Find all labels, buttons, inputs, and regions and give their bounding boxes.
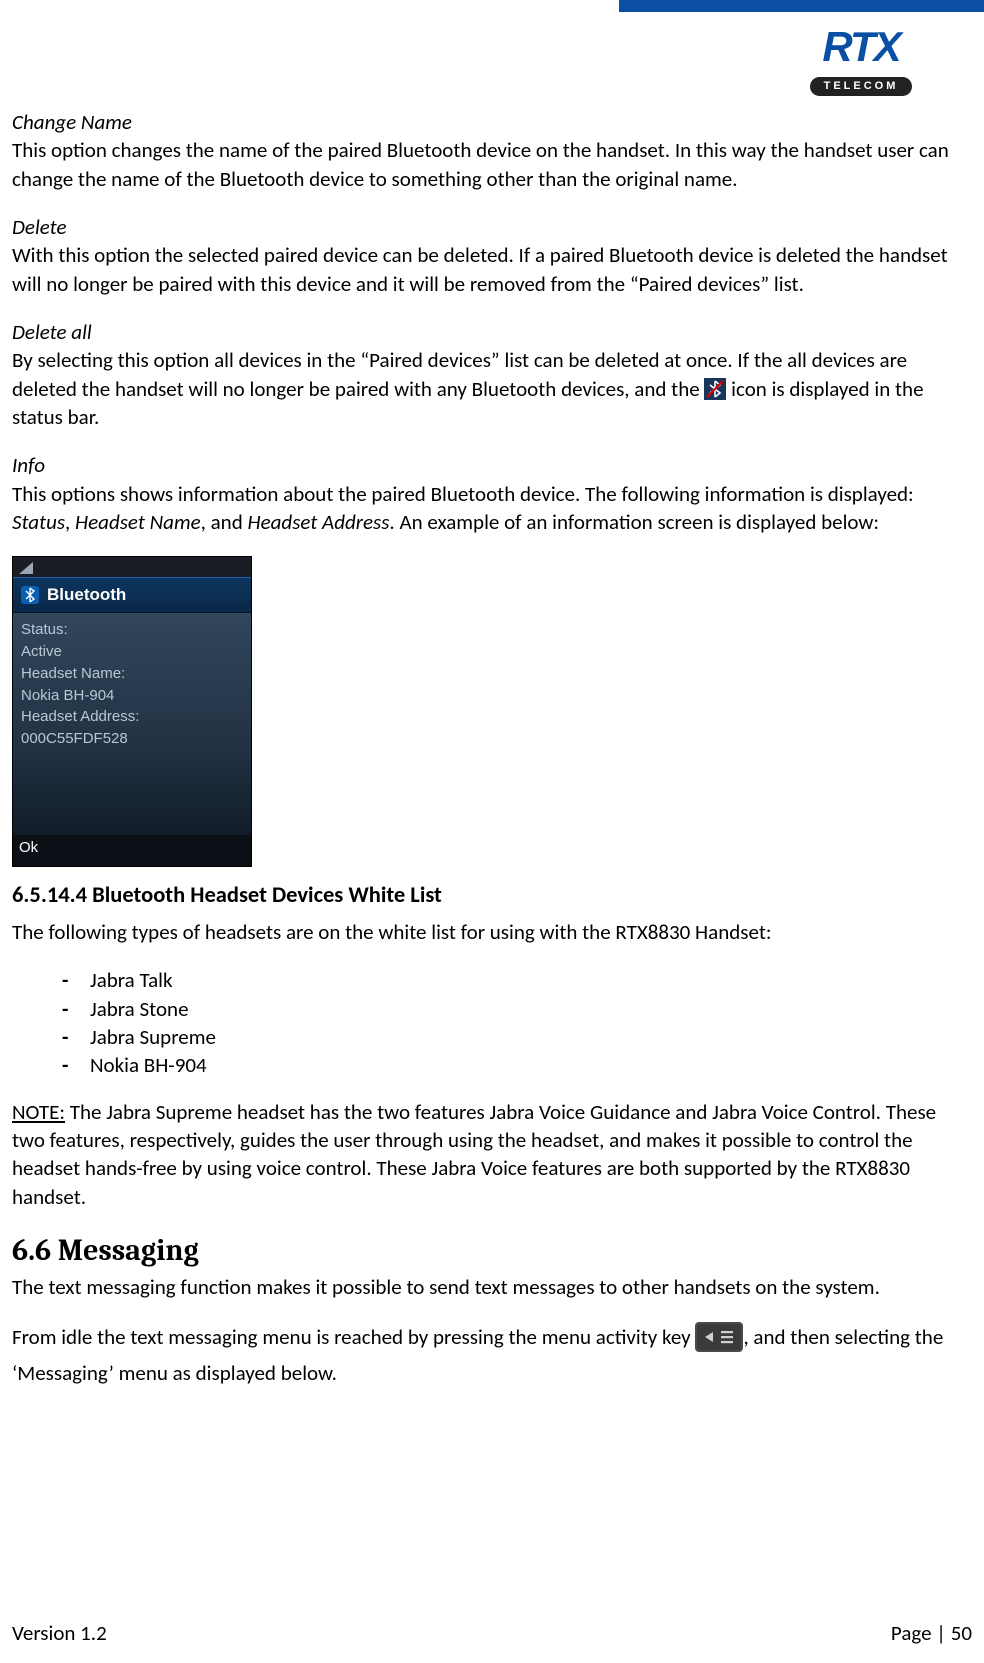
bt-line: Headset Address: xyxy=(21,706,243,728)
heading-whitelist: 6.5.14.4 Bluetooth Headset Devices White… xyxy=(12,881,972,911)
bluetooth-info-screenshot: Bluetooth Status: Active Headset Name: N… xyxy=(12,556,252,867)
bt-line: Nokia BH-904 xyxy=(21,685,243,707)
heading-delete-all: Delete all xyxy=(12,318,972,346)
bluetooth-disabled-icon xyxy=(704,378,726,400)
list-item: Nokia BH-904 xyxy=(62,1051,972,1079)
info-headset-address: Headset Address xyxy=(247,509,389,535)
logo: RTX TELECOM xyxy=(776,26,946,96)
messaging-p1: The text messaging function makes it pos… xyxy=(12,1273,972,1301)
sep: , and xyxy=(201,509,248,535)
info-status: Status xyxy=(12,509,65,535)
whitelist-note: NOTE: The Jabra Supreme headset has the … xyxy=(12,1098,972,1211)
body-change-name: This option changes the name of the pair… xyxy=(12,137,949,191)
bt-header: Bluetooth xyxy=(13,577,251,613)
bt-line: Status: xyxy=(21,619,243,641)
whitelist-list: Jabra Talk Jabra Stone Jabra Supreme Nok… xyxy=(12,966,972,1079)
bluetooth-icon xyxy=(21,586,39,604)
bt-line: 000C55FDF528 xyxy=(21,728,243,750)
body-info-before: This options shows information about the… xyxy=(12,481,914,507)
whitelist-intro: The following types of headsets are on t… xyxy=(12,918,972,946)
bt-line: Headset Name: xyxy=(21,663,243,685)
bt-status-bar xyxy=(13,557,251,577)
heading-info: Info xyxy=(12,451,972,479)
body-delete: With this option the selected paired dev… xyxy=(12,242,948,296)
heading-change-name: Change Name xyxy=(12,108,972,136)
footer-version: Version 1.2 xyxy=(12,1619,107,1647)
header-stripe xyxy=(619,0,984,12)
info-headset-name: Headset Name xyxy=(75,509,201,535)
menu-activity-key-icon xyxy=(695,1322,743,1359)
note-label: NOTE: xyxy=(12,1099,65,1125)
logo-text: RTX xyxy=(776,26,946,68)
bt-body: Status: Active Headset Name: Nokia BH-90… xyxy=(13,613,251,843)
logo-subtext: TELECOM xyxy=(810,77,913,96)
bt-header-title: Bluetooth xyxy=(47,584,126,607)
list-item: Jabra Stone xyxy=(62,995,972,1023)
list-item: Jabra Talk xyxy=(62,966,972,994)
bt-line: Active xyxy=(21,641,243,663)
list-item: Jabra Supreme xyxy=(62,1023,972,1051)
bt-softkey-ok: Ok xyxy=(13,835,251,866)
heading-delete: Delete xyxy=(12,213,972,241)
signal-icon xyxy=(19,562,33,574)
body-info-after: . An example of an information screen is… xyxy=(389,509,879,535)
note-body: The Jabra Supreme headset has the two fe… xyxy=(12,1099,936,1210)
footer-page: Page | 50 xyxy=(891,1619,972,1647)
page-footer: Version 1.2 Page | 50 xyxy=(12,1619,972,1647)
page-content: Change Name This option changes the name… xyxy=(12,108,972,1407)
heading-messaging: 6.6 Messaging xyxy=(12,1231,972,1272)
messaging-p2: From idle the text messaging menu is rea… xyxy=(12,1322,972,1388)
messaging-p2-before: From idle the text messaging menu is rea… xyxy=(12,1324,695,1350)
sep: , xyxy=(65,509,75,535)
